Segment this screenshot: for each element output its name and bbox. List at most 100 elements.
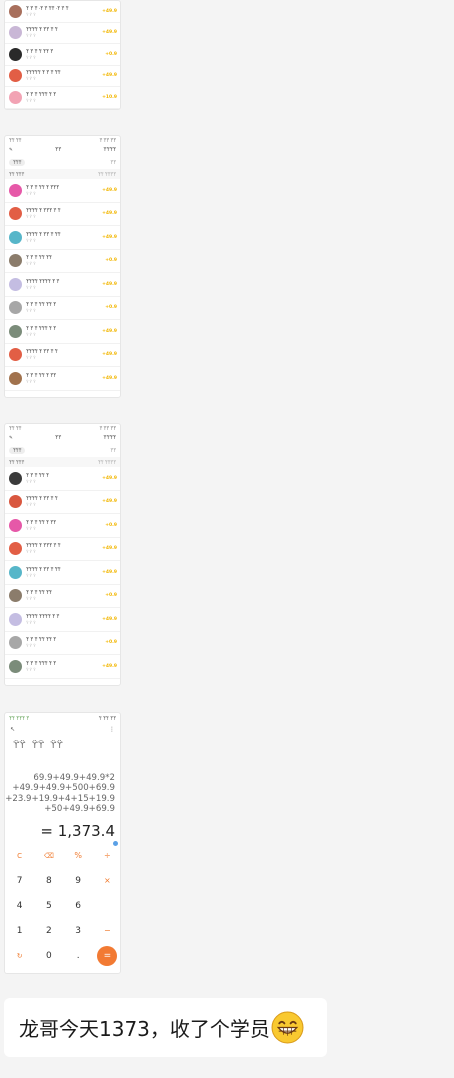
income-row[interactable]: ϔ ϔ ϔ ϔϔ ϔ ϔϔ ϔ ϔ ϔ +49.9 bbox=[5, 367, 120, 391]
income-row[interactable]: ϔ ϔ ϔ ϔϔϔ ϔ ϔϔ ϔ ϔ +49.9 bbox=[5, 320, 120, 344]
payment-amount: +0.9 bbox=[105, 522, 117, 528]
status-carrier: ϔϔ ϔϔϔ ϔ bbox=[9, 715, 30, 721]
calc-key[interactable]: 3 bbox=[64, 918, 93, 943]
payer-name: ϔϔϔϔϔ ϔ ϔ ϔ ϔϔ bbox=[26, 70, 61, 76]
payer-name: ϔϔϔϔ ϔϔϔϔ ϔ ϔ bbox=[26, 613, 60, 619]
avatar bbox=[9, 4, 22, 18]
calc-key[interactable] bbox=[93, 893, 120, 918]
payment-amount: +0.9 bbox=[105, 640, 117, 646]
calc-key[interactable]: 1 bbox=[5, 918, 34, 943]
calc-key[interactable]: 7 bbox=[5, 868, 34, 893]
payment-amount: +10.9 bbox=[102, 94, 117, 100]
payer-name: ϔ ϔ ϔ ϔϔ ϔϔ bbox=[26, 255, 52, 261]
income-row[interactable]: ϔ ϔ ϔ ϔ ϔϔ ϔϔ ϔ ϔ +0.9 bbox=[5, 44, 120, 66]
income-row[interactable]: ϔϔϔϔ ϔ ϔϔ ϔ ϔϔ ϔ ϔ ϔ +49.9 bbox=[5, 226, 120, 250]
row-text: ϔ ϔ ϔ ϔϔ ϔϔ ϔ ϔ bbox=[26, 473, 100, 484]
calc-nav: ↖ ⋮ bbox=[5, 723, 120, 736]
status-bar: ϔϔ ϔϔ ϔ ϔϔ ϔϔ bbox=[5, 424, 120, 433]
income-row[interactable]: ϔ ϔ ϔ ϔϔ ϔϔ ϔ ϔ +49.9 bbox=[5, 467, 120, 491]
payer-name: ϔϔϔϔ ϔ ϔϔ ϔ ϔ bbox=[26, 349, 58, 355]
income-row[interactable]: ϔϔϔϔ ϔ ϔϔ ϔ ϔϔ ϔ ϔ +49.9 bbox=[5, 491, 120, 514]
payer-name: ϔ ϔ ϔ ϔϔϔ ϔ ϔ bbox=[26, 325, 57, 331]
income-row[interactable]: ϔ ϔ ϔ ϔϔ ϔ ϔϔ ϔ ϔ ϔ +0.9 bbox=[5, 514, 120, 538]
calc-key[interactable]: 2 bbox=[34, 918, 63, 943]
payment-amount: +0.9 bbox=[105, 305, 117, 311]
message-text: 龙哥今天1373，收了个学员 bbox=[19, 1017, 270, 1041]
back-icon[interactable]: ↖ bbox=[10, 726, 15, 733]
row-text: ϔ ϔ ϔ ϔϔ ϔϔ ϔ ϔ ϔ bbox=[26, 255, 103, 266]
income-row[interactable]: ϔ ϔ ϔ ϔϔϔ ϔ ϔϔ ϔ ϔ +49.9 bbox=[5, 655, 120, 679]
payment-time: ϔ ϔ ϔ bbox=[26, 479, 36, 484]
calc-key[interactable]: = bbox=[93, 943, 120, 968]
calc-key[interactable]: ÷ bbox=[93, 843, 120, 868]
payment-amount: +49.9 bbox=[102, 499, 117, 505]
income-row[interactable]: ϔϔϔϔ ϔϔϔϔ ϔ ϔϔ ϔ ϔ +49.9 bbox=[5, 273, 120, 297]
calc-key[interactable]: 5 bbox=[34, 893, 63, 918]
income-row[interactable]: ϔϔϔϔ ϔ ϔϔ ϔ ϔϔ ϔ ϔ +49.9 bbox=[5, 344, 120, 367]
row-text: ϔϔϔϔϔ ϔ ϔ ϔ ϔϔ ϔ ϔ ϔ bbox=[26, 70, 100, 81]
avatar bbox=[9, 207, 22, 221]
income-row[interactable]: ϔ ϔ ϔ ·ϔ ϔ ϔϔ ·ϔ ϔ ϔϔ ϔ ϔ +49.9 bbox=[5, 1, 120, 23]
top-right-action[interactable]: ϔϔϔϔ bbox=[103, 148, 116, 153]
row-text: ϔϔϔϔ ϔ ϔϔϔ ϔ ϔϔ ϔ ϔ bbox=[26, 208, 100, 219]
income-row[interactable]: ϔ ϔ ϔ ϔϔ ϔϔ ϔϔ ϔ ϔ +0.9 bbox=[5, 632, 120, 655]
calc-key[interactable]: % bbox=[64, 843, 93, 868]
income-row[interactable]: ϔϔϔϔ ϔ ϔϔ ϔ ϔϔ ϔ ϔ +49.9 bbox=[5, 23, 120, 44]
filter-end[interactable]: ϔϔ bbox=[110, 448, 116, 453]
avatar bbox=[9, 47, 22, 61]
income-row[interactable]: ϔϔϔϔ ϔ ϔϔ ϔ ϔϔ ϔ ϔ ϔ +49.9 bbox=[5, 561, 120, 585]
calc-tab[interactable]: ϔϔ bbox=[13, 741, 26, 751]
payer-name: ϔϔϔϔ ϔ ϔϔϔ ϔ ϔ bbox=[26, 543, 61, 549]
calc-key[interactable]: . bbox=[64, 943, 93, 968]
income-row[interactable]: ϔ ϔ ϔ ϔϔ ϔ ϔϔϔ ϔ ϔ ϔ +49.9 bbox=[5, 179, 120, 203]
income-row[interactable]: ϔϔϔϔ ϔ ϔϔϔ ϔ ϔϔ ϔ ϔ +49.9 bbox=[5, 203, 120, 226]
calc-key[interactable]: 9 bbox=[64, 868, 93, 893]
avatar bbox=[9, 371, 22, 385]
avatar bbox=[9, 183, 22, 197]
edit-icon[interactable]: ✎ bbox=[9, 148, 13, 153]
avatar bbox=[9, 348, 22, 362]
calc-key[interactable]: 0 bbox=[34, 943, 63, 968]
payer-name: ϔ ϔ ϔ ϔ ϔϔ ϔ bbox=[26, 48, 54, 54]
calc-keypad: C ⌫% ÷ 7 8 9 × 4 5 6 1 2 3− ↻ 0. = bbox=[5, 843, 120, 968]
income-row[interactable]: ϔ ϔ ϔ ϔϔϔ ϔ ϔϔ ϔ ϔ +10.9 bbox=[5, 87, 120, 109]
payment-amount: +49.9 bbox=[102, 475, 117, 481]
expression-line: 69.9+49.9+49.9*2 bbox=[33, 773, 115, 783]
income-row[interactable]: ϔ ϔ ϔ ϔϔ ϔϔ ϔ ϔ ϔ +0.9 bbox=[5, 585, 120, 608]
payer-name: ϔϔϔϔ ϔ ϔϔ ϔ ϔϔ bbox=[26, 566, 61, 572]
filter-bar: ϔϔϔ ϔϔ bbox=[5, 443, 120, 457]
avatar bbox=[9, 26, 22, 40]
calc-key[interactable]: C bbox=[5, 843, 34, 868]
income-row[interactable]: ϔϔϔϔ ϔϔϔϔ ϔ ϔϔ ϔ ϔ +49.9 bbox=[5, 608, 120, 632]
avatar bbox=[9, 471, 22, 485]
status-icons: ϔ ϔϔ ϔϔ bbox=[99, 138, 116, 143]
filter-end[interactable]: ϔϔ bbox=[110, 160, 116, 165]
filter-pill[interactable]: ϔϔϔ bbox=[9, 158, 26, 166]
payer-name: ϔϔϔϔ ϔϔϔϔ ϔ ϔ bbox=[26, 278, 60, 284]
income-row[interactable]: ϔϔϔϔϔ ϔ ϔ ϔ ϔϔ ϔ ϔ ϔ +49.9 bbox=[5, 66, 120, 87]
more-menu-icon[interactable]: ⋮ bbox=[109, 726, 115, 733]
income-row[interactable]: ϔϔϔϔ ϔ ϔϔϔ ϔ ϔϔ ϔ ϔ +49.9 bbox=[5, 538, 120, 561]
calc-tab[interactable]: ϔϔ bbox=[32, 741, 45, 751]
income-row[interactable]: ϔ ϔ ϔ ϔϔ ϔϔ ϔϔ ϔ ϔ +0.9 bbox=[5, 297, 120, 320]
edit-icon[interactable]: ✎ bbox=[9, 436, 13, 441]
calc-key[interactable]: 4 bbox=[5, 893, 34, 918]
calc-key[interactable]: 8 bbox=[34, 868, 63, 893]
summary-right: ϔϔ ϔϔϔϔ bbox=[97, 459, 116, 465]
calc-key[interactable]: − bbox=[93, 918, 120, 943]
payment-amount: +49.9 bbox=[102, 352, 117, 358]
payment-time: ϔ ϔ ϔ bbox=[26, 191, 36, 196]
avatar bbox=[9, 612, 22, 626]
calc-key[interactable]: × bbox=[93, 868, 120, 893]
calc-key[interactable]: ↻ bbox=[5, 943, 34, 968]
filter-pill[interactable]: ϔϔϔ bbox=[9, 446, 26, 454]
avatar bbox=[9, 565, 22, 579]
avatar bbox=[9, 542, 22, 556]
top-right-action[interactable]: ϔϔϔϔ bbox=[103, 436, 116, 441]
income-row[interactable]: ϔ ϔ ϔ ϔϔ ϔϔ ϔ ϔ ϔ +0.9 bbox=[5, 250, 120, 273]
calc-tab[interactable]: ϔϔ bbox=[50, 741, 63, 751]
payment-time: ϔ ϔ ϔ bbox=[26, 597, 36, 602]
calc-key[interactable]: ⌫ bbox=[34, 843, 63, 868]
calc-key[interactable]: 6 bbox=[64, 893, 93, 918]
avatar bbox=[9, 324, 22, 338]
